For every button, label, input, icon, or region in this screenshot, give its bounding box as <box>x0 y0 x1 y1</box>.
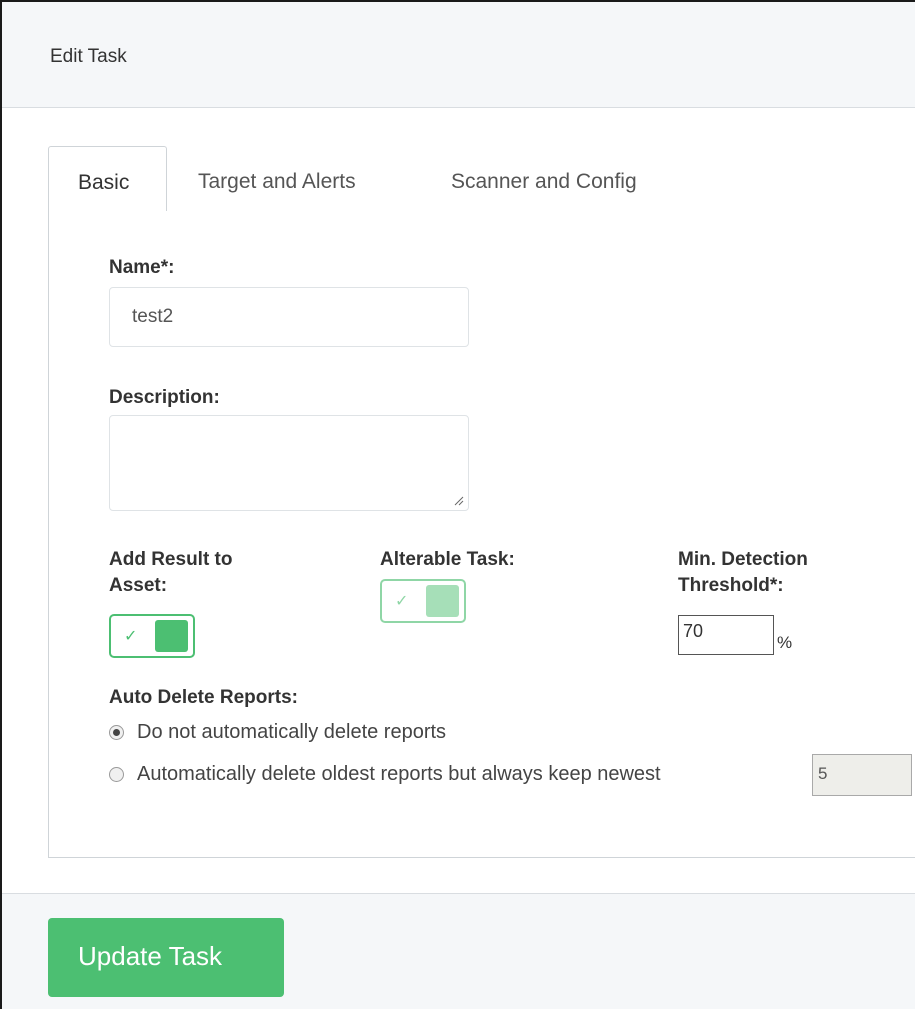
alterable-task-label: Alterable Task: <box>380 549 515 570</box>
min-detection-threshold-label-line1: Min. Detection <box>678 549 808 570</box>
auto-delete-reports-label: Auto Delete Reports: <box>109 687 298 708</box>
panel-title: Edit Task <box>50 46 127 67</box>
tab-bar: Basic Target and Alerts Scanner and Conf… <box>48 146 915 213</box>
description-textarea[interactable] <box>109 415 469 511</box>
add-result-to-asset-label-line1: Add Result to <box>109 549 233 570</box>
add-result-to-asset-toggle[interactable]: ✓ <box>109 614 195 658</box>
update-task-button[interactable]: Update Task <box>48 918 284 997</box>
alterable-task-toggle[interactable]: ✓ <box>380 579 466 623</box>
radio-label-auto-delete-oldest: Automatically delete oldest reports but … <box>137 763 661 785</box>
add-result-to-asset-label-line2: Asset: <box>109 575 168 596</box>
add-result-to-asset-label: Add Result to Asset: <box>109 547 233 599</box>
toggle-knob <box>426 585 459 617</box>
radio-option-do-not-delete[interactable]: Do not automatically delete reports <box>109 721 809 751</box>
min-detection-threshold-input[interactable]: 70 <box>678 615 774 655</box>
tab-scanner-and-config[interactable]: Scanner and Config <box>451 146 711 212</box>
percent-unit: % <box>777 633 793 652</box>
check-icon: ✓ <box>395 593 409 610</box>
resize-grip-icon[interactable] <box>454 496 464 506</box>
description-label: Description: <box>109 387 220 408</box>
tab-content-basic: Name*: Description: Add Result to Asset:… <box>48 211 915 858</box>
radio-button-do-not-delete[interactable] <box>109 725 124 740</box>
tab-target-and-alerts[interactable]: Target and Alerts <box>198 146 418 212</box>
radio-button-auto-delete-oldest[interactable] <box>109 767 124 782</box>
radio-label-do-not-delete: Do not automatically delete reports <box>137 721 447 743</box>
name-label: Name*: <box>109 257 175 278</box>
tab-basic[interactable]: Basic <box>48 146 167 213</box>
keep-newest-count-input[interactable]: 5 <box>812 754 912 796</box>
radio-option-auto-delete-oldest[interactable]: Automatically delete oldest reports but … <box>109 763 809 793</box>
min-detection-threshold-label: Min. Detection Threshold*: <box>678 547 808 599</box>
check-icon: ✓ <box>124 628 138 645</box>
panel-header: Edit Task <box>2 2 915 108</box>
toggle-knob <box>155 620 188 652</box>
name-input[interactable] <box>109 287 469 347</box>
min-detection-threshold-label-line2: Threshold*: <box>678 575 784 596</box>
